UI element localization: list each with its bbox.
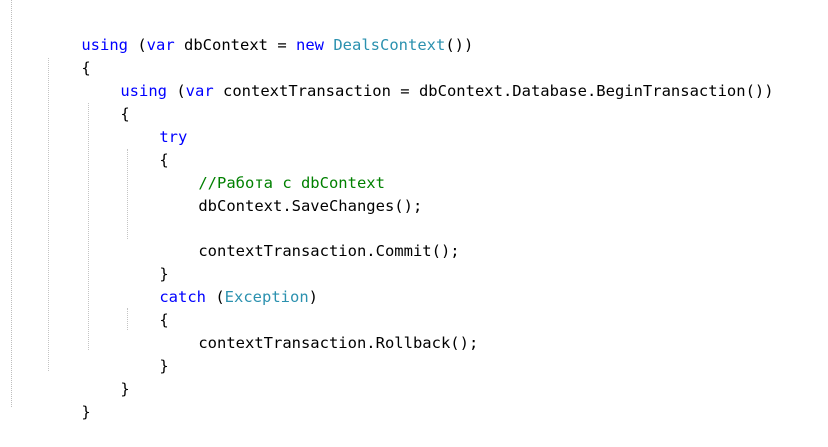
code-line-1: using (var dbContext = new DealsContext(… [44,11,473,54]
keyword-new: new [296,36,324,54]
keyword-var: var [146,36,175,54]
code-text: contextTransaction.Commit(); [198,242,460,260]
indent-guide [48,58,49,371]
type-name: Exception [224,288,309,306]
code-text: contextTransaction.Rollback(); [198,334,479,352]
keyword-var: var [185,82,214,100]
code-line-13: { [122,286,168,329]
code-text: dbContext = [174,36,296,54]
code-line-6: { [122,126,168,169]
code-line-10: contextTransaction.Commit(); [161,217,459,260]
type-name: DealsContext [333,36,446,54]
code-line-5: try [122,103,187,146]
code-text: ( [206,288,225,306]
close-brace: } [120,380,130,398]
code-editor[interactable]: using (var dbContext = new DealsContext(… [0,0,828,421]
code-line-11: } [122,240,168,283]
code-line-16: } [83,355,129,398]
code-text: ( [128,36,147,54]
code-line-17: } [44,378,90,421]
code-text: ) [308,288,319,306]
code-line-12: catch (Exception) [122,263,318,306]
code-line-7: //Работа с dbContext [161,149,385,192]
code-line-3: using (var contextTransaction = dbContex… [83,57,773,100]
close-brace: } [159,357,169,375]
code-text: ( [167,82,186,100]
close-brace: } [81,403,91,421]
code-text: contextTransaction = dbContext.Database.… [213,82,774,100]
code-line-2: { [44,34,90,77]
code-line-4: { [83,80,129,123]
code-line-15: } [122,332,168,375]
code-text: dbContext.SaveChanges(); [198,197,423,215]
code-line-14: contextTransaction.Rollback(); [161,309,478,352]
gutter-margin-line [11,0,12,407]
code-text: ()) [445,36,474,54]
code-line-8: dbContext.SaveChanges(); [161,172,422,215]
